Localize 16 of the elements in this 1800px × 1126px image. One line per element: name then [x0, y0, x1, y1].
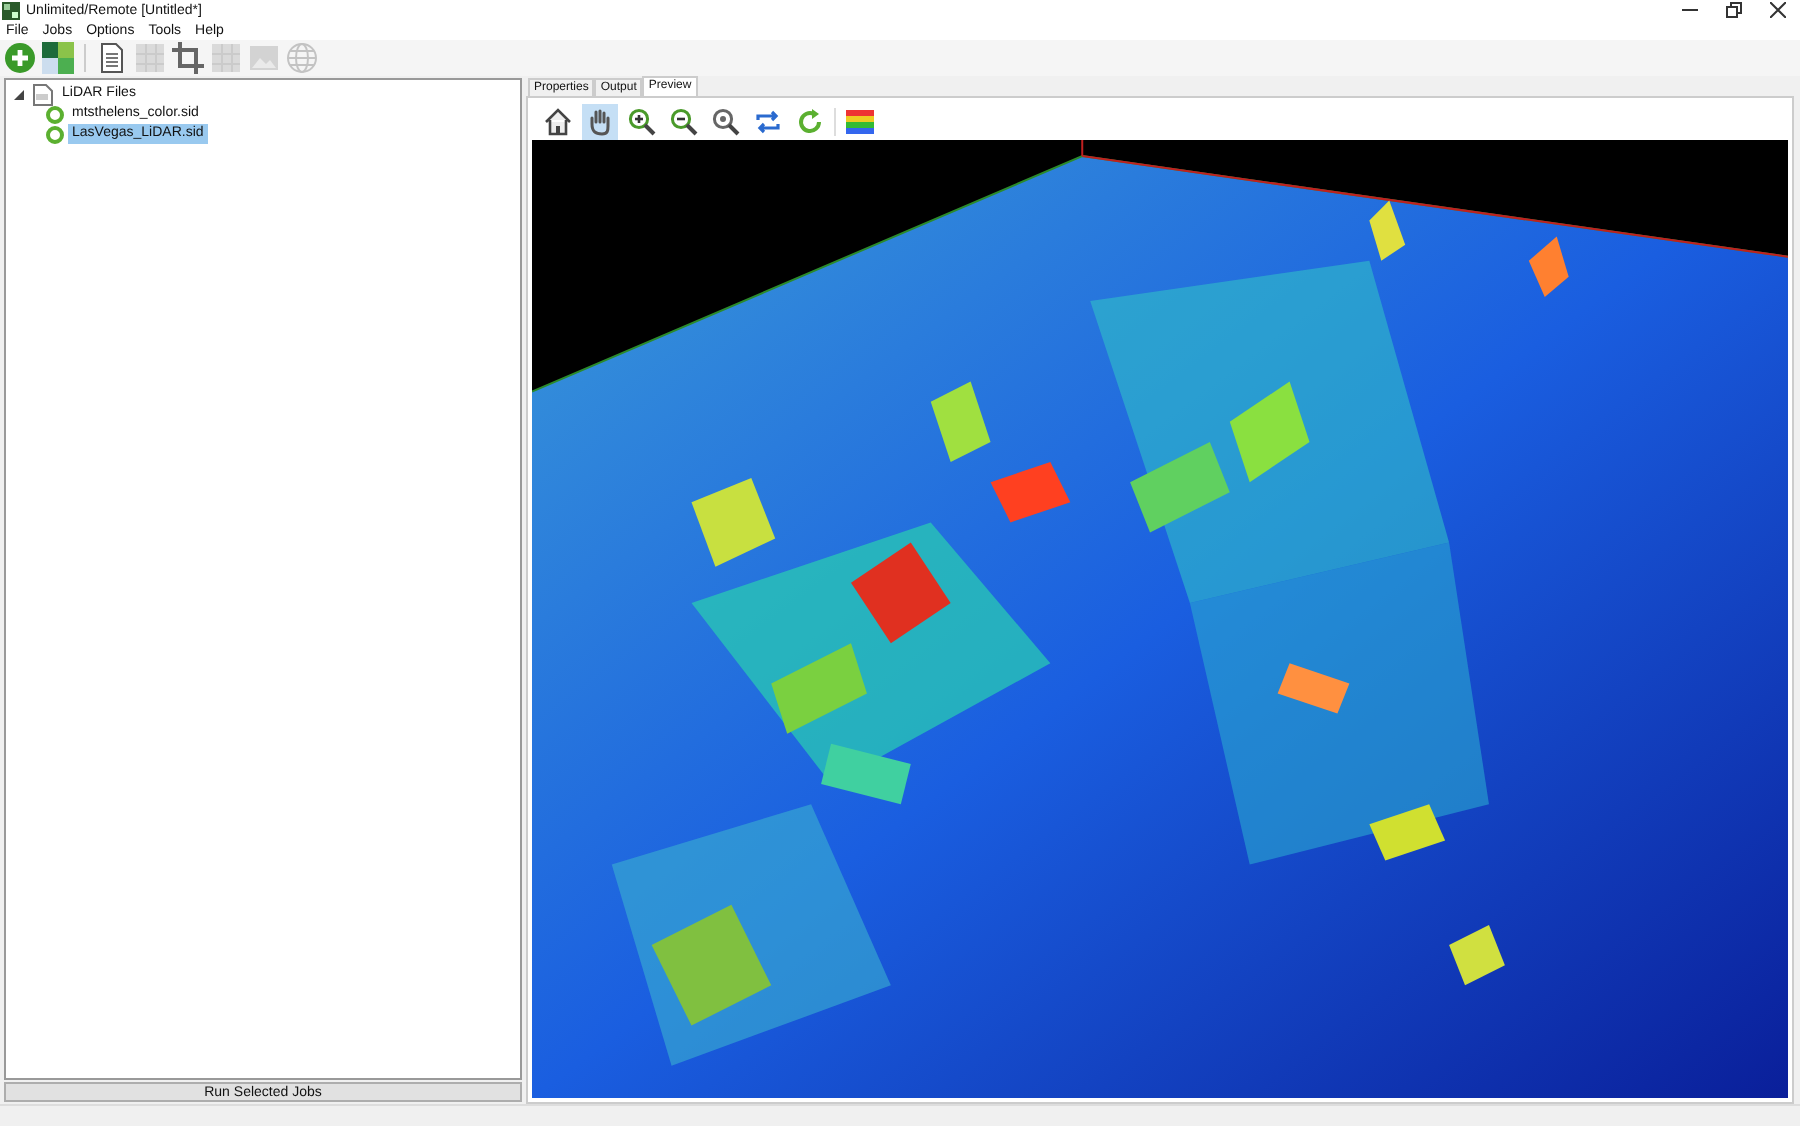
restore-icon[interactable] — [1726, 2, 1742, 18]
zoom-out-icon[interactable] — [666, 103, 702, 139]
zoom-in-icon[interactable] — [624, 103, 660, 139]
crop-icon[interactable] — [172, 42, 204, 74]
hand-icon[interactable] — [582, 103, 618, 139]
expand-arrow-icon[interactable] — [14, 89, 24, 99]
zoom-fit-icon[interactable] — [708, 103, 744, 139]
add-icon[interactable] — [4, 42, 36, 74]
status-circle-icon — [46, 105, 64, 123]
app-icon — [2, 1, 20, 19]
mosaic-icon[interactable] — [42, 42, 74, 74]
folder-document-icon — [32, 83, 54, 105]
close-icon[interactable] — [1770, 2, 1786, 18]
document-icon[interactable] — [96, 42, 128, 74]
status-circle-icon — [46, 125, 64, 143]
home-icon[interactable] — [540, 103, 576, 139]
